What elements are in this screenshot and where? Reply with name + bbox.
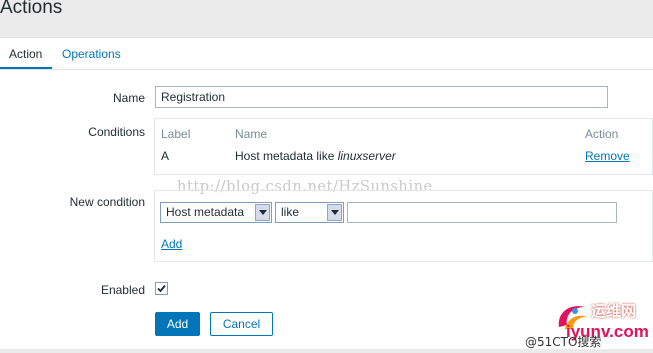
condition-type-select[interactable]: Host metadata — [160, 202, 272, 223]
page-header: Actions — [0, 0, 653, 28]
site-logo: 运维网 iyunv.com @51CTO搜索 — [525, 298, 653, 353]
checkmark-icon — [157, 284, 166, 293]
name-input[interactable] — [155, 86, 608, 108]
condition-type-value: Host metadata — [166, 205, 245, 219]
conditions-table: Label Name Action A Host metadata like l… — [154, 118, 653, 175]
column-header-name: Name — [235, 127, 268, 141]
enabled-label: Enabled — [100, 283, 145, 297]
page-title: Actions — [0, 0, 63, 18]
condition-row-label: A — [161, 149, 170, 163]
condition-row-name: Host metadata like linuxserver — [235, 149, 396, 163]
condition-operator-value: like — [281, 205, 300, 219]
column-header-label: Label — [161, 127, 191, 141]
remove-condition-link[interactable]: Remove — [585, 149, 630, 163]
name-label: Name — [112, 91, 145, 105]
logo-name: 运维网 — [591, 302, 637, 320]
chevron-down-icon — [255, 204, 270, 221]
add-button[interactable]: Add — [155, 312, 200, 336]
tab-bar: Action Operations — [0, 38, 653, 70]
cancel-button[interactable]: Cancel — [210, 312, 273, 336]
new-condition-box — [154, 190, 653, 262]
tab-action[interactable]: Action — [9, 47, 42, 61]
add-condition-link[interactable]: Add — [161, 237, 182, 251]
conditions-label: Conditions — [88, 125, 145, 139]
column-header-action: Action — [585, 127, 619, 141]
chevron-down-icon — [327, 204, 342, 221]
condition-value-input[interactable] — [347, 202, 617, 223]
tab-operations[interactable]: Operations — [62, 47, 121, 61]
condition-operator-select[interactable]: like — [275, 202, 344, 223]
new-condition-label: New condition — [69, 195, 145, 209]
condition-name-prefix: Host metadata like — [235, 149, 338, 163]
logo-subtext: @51CTO搜索 — [525, 335, 602, 349]
active-tab-indicator — [0, 67, 52, 69]
enabled-checkbox[interactable] — [155, 282, 168, 295]
condition-name-value: linuxserver — [337, 149, 396, 163]
